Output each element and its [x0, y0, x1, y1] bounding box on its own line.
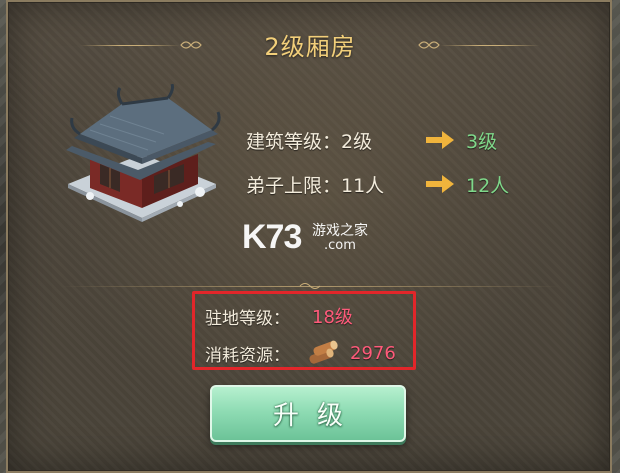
disciple-cap-label: 弟子上限：11人: [246, 174, 385, 197]
upgrade-button-label: 升级: [272, 401, 361, 431]
resource-cost-label: 消耗资源：: [205, 345, 290, 366]
building-level-new-value: 3级: [466, 130, 498, 153]
resource-cost-value-wrap: 2976: [350, 340, 396, 366]
building-level-next: 3级: [466, 126, 497, 154]
arrow-right-icon: [426, 175, 454, 193]
upgrade-button[interactable]: 升级: [210, 385, 406, 442]
disciple-cap-new-value: 12人: [466, 174, 510, 197]
station-level-value: 18级: [312, 307, 353, 328]
watermark-domain: .com: [324, 238, 356, 253]
watermark-site-name: 游戏之家: [312, 223, 368, 239]
building-level-label: 建筑等级：2级: [246, 130, 373, 153]
station-level-row: 驻地等级：: [205, 303, 290, 329]
dialog-title: 2级厢房: [264, 33, 356, 61]
disciple-cap-row: 弟子上限：11人: [246, 170, 426, 198]
watermark-brand: K73: [242, 218, 302, 256]
disciple-cap-next: 12人: [466, 170, 509, 198]
site-watermark: K73 游戏之家 .com: [242, 216, 392, 262]
resource-cost-row: 消耗资源：: [205, 340, 290, 366]
wing-room-building-icon: [66, 84, 221, 222]
wood-logs-icon: [309, 340, 338, 364]
building-level-row: 建筑等级：2级: [246, 126, 426, 154]
arrow-right-icon: [426, 131, 454, 149]
station-level-value-wrap: 18级: [312, 303, 353, 329]
station-level-label: 驻地等级：: [205, 308, 290, 329]
resource-cost-value: 2976: [350, 342, 396, 364]
